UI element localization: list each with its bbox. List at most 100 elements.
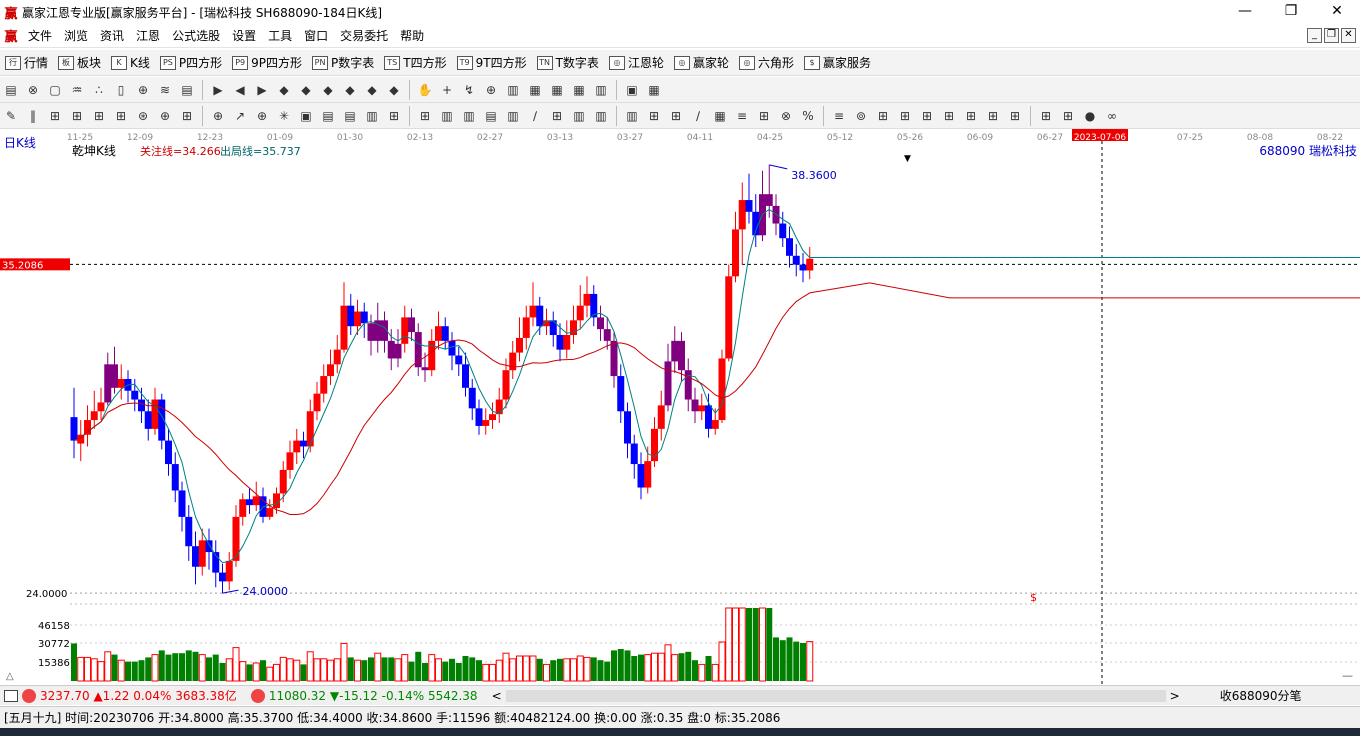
analysis-tool-icon[interactable]: ✎ (2, 107, 20, 125)
toolbar-button-0[interactable]: 行行情 (5, 54, 48, 71)
analysis-tool-icon[interactable]: ⊞ (1006, 107, 1024, 125)
mdi-restore-button[interactable]: ❐ (1324, 28, 1339, 43)
analysis-tool-icon[interactable]: ↗ (231, 107, 249, 125)
menu-help[interactable]: 帮助 (394, 27, 430, 44)
draw-tool-icon[interactable]: ◀ (231, 81, 249, 99)
draw-tool-icon[interactable]: ⊕ (482, 81, 500, 99)
draw-tool-icon[interactable]: + (438, 81, 456, 99)
analysis-tool-icon[interactable]: ⊛ (134, 107, 152, 125)
draw-tool-icon[interactable]: ▦ (645, 81, 663, 99)
grid-icon[interactable] (4, 689, 18, 702)
menu-formula[interactable]: 公式选股 (166, 27, 226, 44)
analysis-tool-icon[interactable]: ⊞ (874, 107, 892, 125)
draw-tool-icon[interactable]: ▤ (178, 81, 196, 99)
analysis-tool-icon[interactable]: ⊞ (984, 107, 1002, 125)
analysis-tool-icon[interactable]: ⊞ (940, 107, 958, 125)
analysis-tool-icon[interactable]: ▤ (319, 107, 337, 125)
menu-settings[interactable]: 设置 (226, 27, 262, 44)
analysis-tool-icon[interactable]: ⊞ (1059, 107, 1077, 125)
menu-browse[interactable]: 浏览 (58, 27, 94, 44)
analysis-tool-icon[interactable]: ⊞ (548, 107, 566, 125)
analysis-tool-icon[interactable]: ▥ (504, 107, 522, 125)
analysis-tool-icon[interactable]: ▤ (341, 107, 359, 125)
toolbar-button-2[interactable]: K K线 (111, 54, 150, 71)
analysis-tool-icon[interactable]: ● (1081, 107, 1099, 125)
menu-tools[interactable]: 工具 (262, 27, 298, 44)
analysis-tool-icon[interactable]: ▥ (623, 107, 641, 125)
draw-tool-icon[interactable]: ▶ (253, 81, 271, 99)
analysis-tool-icon[interactable]: ⊗ (777, 107, 795, 125)
toolbar-button-3[interactable]: PS P四方形 (159, 54, 222, 71)
analysis-tool-icon[interactable]: ▣ (297, 107, 315, 125)
toolbar-button-12[interactable]: $ 赢家服务 (803, 54, 871, 71)
analysis-tool-icon[interactable]: ⊕ (156, 107, 174, 125)
draw-tool-icon[interactable]: ▤ (2, 81, 20, 99)
analysis-tool-icon[interactable]: ∕ (689, 107, 707, 125)
analysis-tool-icon[interactable]: ⊞ (918, 107, 936, 125)
toolbar-button-10[interactable]: ◎ 赢家轮 (673, 54, 729, 71)
analysis-tool-icon[interactable]: ✳ (275, 107, 293, 125)
draw-tool-icon[interactable]: ◆ (319, 81, 337, 99)
toolbar-button-6[interactable]: TS T四方形 (384, 54, 447, 71)
analysis-tool-icon[interactable]: ⊞ (645, 107, 663, 125)
analysis-tool-icon[interactable]: ⊕ (209, 107, 227, 125)
analysis-tool-icon[interactable]: ⊞ (962, 107, 980, 125)
draw-tool-icon[interactable]: ≋ (156, 81, 174, 99)
analysis-tool-icon[interactable]: ⊞ (667, 107, 685, 125)
draw-tool-icon[interactable]: ▦ (570, 81, 588, 99)
draw-tool-icon[interactable]: ∴ (90, 81, 108, 99)
analysis-tool-icon[interactable]: ⊞ (385, 107, 403, 125)
analysis-tool-icon[interactable]: ▥ (592, 107, 610, 125)
menu-info[interactable]: 资讯 (94, 27, 130, 44)
draw-tool-icon[interactable]: ◆ (275, 81, 293, 99)
analysis-tool-icon[interactable]: ⊞ (178, 107, 196, 125)
scroll-left-icon[interactable]: < (492, 689, 502, 703)
analysis-tool-icon[interactable]: ⊚ (852, 107, 870, 125)
analysis-tool-icon[interactable]: ‖ (24, 107, 42, 125)
menu-logo-icon[interactable]: 赢 (0, 26, 22, 45)
analysis-tool-icon[interactable]: ⊞ (90, 107, 108, 125)
analysis-tool-icon[interactable]: ≡ (733, 107, 751, 125)
draw-tool-icon[interactable]: ◆ (341, 81, 359, 99)
analysis-tool-icon[interactable]: ⊞ (112, 107, 130, 125)
toolbar-button-9[interactable]: ◎ 江恩轮 (608, 54, 664, 71)
toolbar-button-1[interactable]: 板板块 (58, 54, 101, 71)
analysis-tool-icon[interactable]: ⊞ (755, 107, 773, 125)
analysis-tool-icon[interactable]: ▥ (570, 107, 588, 125)
draw-tool-icon[interactable]: ▶ (209, 81, 227, 99)
analysis-tool-icon[interactable]: ▥ (460, 107, 478, 125)
draw-tool-icon[interactable]: ⊕ (134, 81, 152, 99)
analysis-tool-icon[interactable]: % (799, 107, 817, 125)
analysis-tool-icon[interactable]: ⊞ (1037, 107, 1055, 125)
toolbar-button-11[interactable]: ◎ 六角形 (738, 54, 794, 71)
mdi-close-button[interactable]: ✕ (1341, 28, 1356, 43)
analysis-tool-icon[interactable]: ≡ (830, 107, 848, 125)
draw-tool-icon[interactable]: ▥ (504, 81, 522, 99)
analysis-tool-icon[interactable]: ∞ (1103, 107, 1121, 125)
analysis-tool-icon[interactable]: ⊞ (896, 107, 914, 125)
analysis-tool-icon[interactable]: ▦ (711, 107, 729, 125)
maximize-button[interactable]: ❐ (1268, 0, 1314, 24)
draw-tool-icon[interactable]: ♒ (68, 81, 86, 99)
draw-tool-icon[interactable]: ▦ (548, 81, 566, 99)
analysis-tool-icon[interactable]: ∕ (526, 107, 544, 125)
scroll-right-icon[interactable]: > (1170, 689, 1180, 703)
menu-gann[interactable]: 江恩 (130, 27, 166, 44)
draw-tool-icon[interactable]: ▣ (623, 81, 641, 99)
analysis-tool-icon[interactable]: ⊕ (253, 107, 271, 125)
draw-tool-icon[interactable]: ↯ (460, 81, 478, 99)
analysis-tool-icon[interactable]: ⊞ (416, 107, 434, 125)
minimize-button[interactable]: — (1222, 0, 1268, 24)
analysis-tool-icon[interactable]: ▥ (438, 107, 456, 125)
draw-tool-icon[interactable]: ▯ (112, 81, 130, 99)
toolbar-button-7[interactable]: T9 9T四方形 (456, 54, 527, 71)
tick-detail-label[interactable]: 收688090分笔 (1220, 687, 1302, 704)
close-button[interactable]: ✕ (1314, 0, 1360, 24)
menu-file[interactable]: 文件 (22, 27, 58, 44)
draw-tool-icon[interactable]: ◆ (385, 81, 403, 99)
analysis-tool-icon[interactable]: ⊞ (46, 107, 64, 125)
toolbar-button-4[interactable]: P9 9P四方形 (232, 54, 302, 71)
menu-window[interactable]: 窗口 (298, 27, 334, 44)
horizontal-scrollbar[interactable] (505, 689, 1166, 702)
draw-tool-icon[interactable]: ◆ (363, 81, 381, 99)
